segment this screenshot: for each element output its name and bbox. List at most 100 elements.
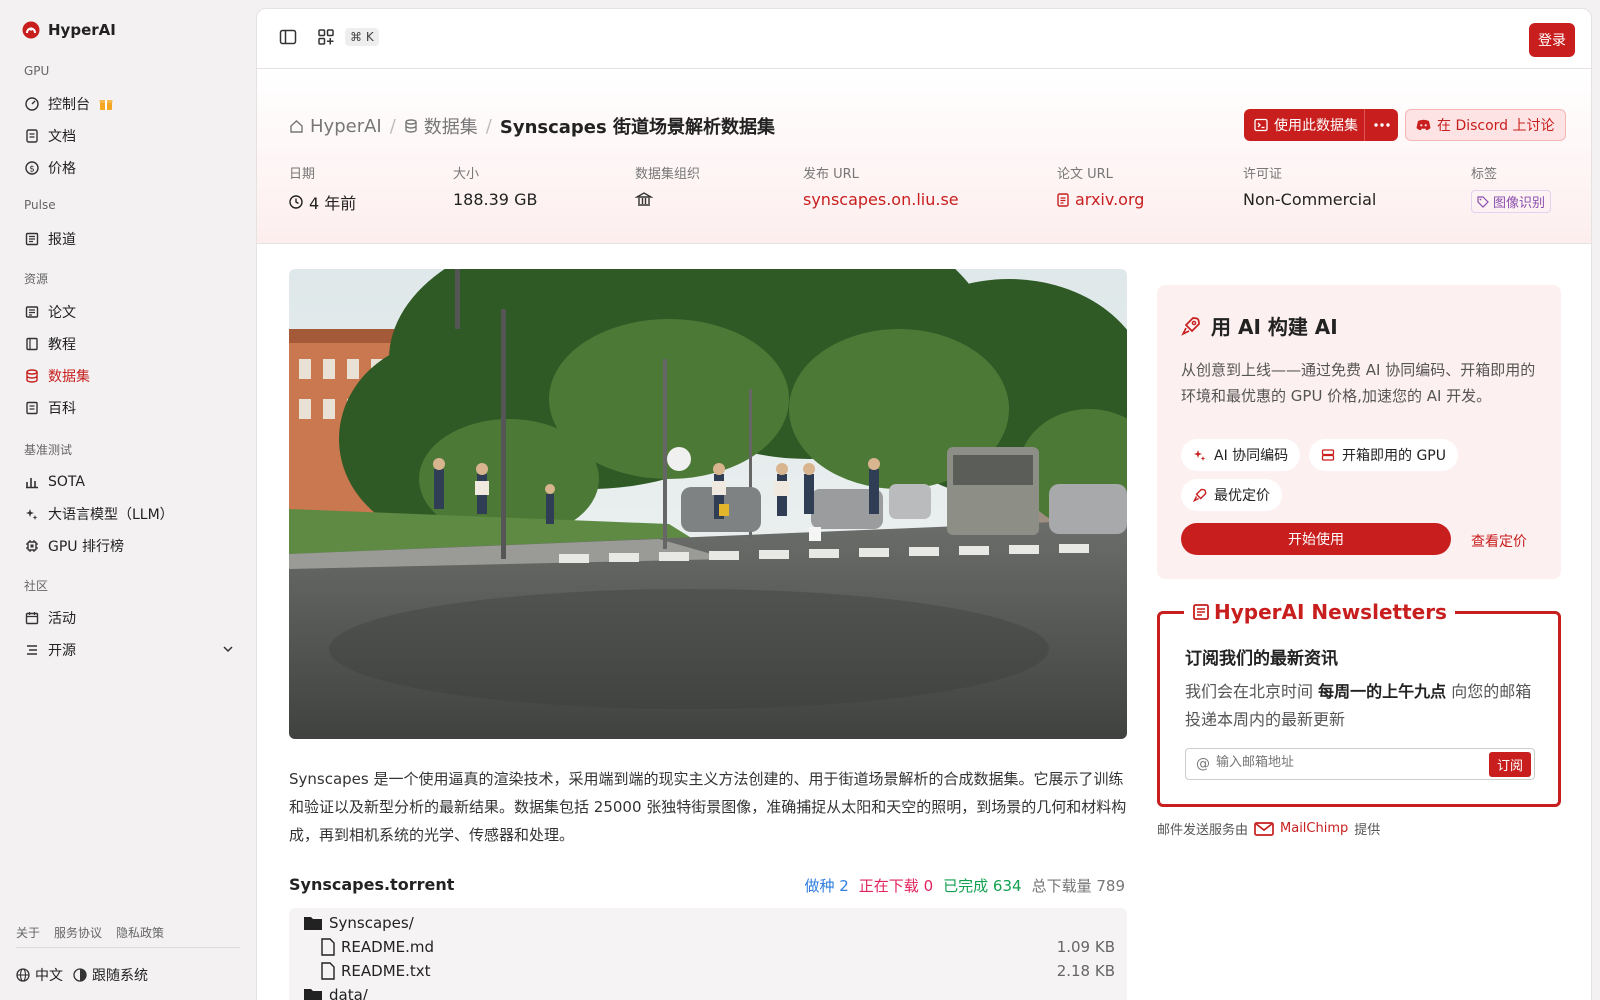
book-icon xyxy=(24,337,39,352)
sidebar-item-label: 大语言模型（LLM） xyxy=(48,507,174,523)
sidebar-item-label: 报道 xyxy=(48,232,76,248)
terms-link[interactable]: 服务协议 xyxy=(54,924,102,941)
nav-group-pulse: Pulse xyxy=(24,198,56,212)
use-dataset-label: 使用此数据集 xyxy=(1274,118,1358,134)
footer-links: 关于 服务协议 隐私政策 xyxy=(16,924,164,941)
newsletter-card: HyperAI Newsletters 订阅我们的最新资讯 我们会在北京时间 每… xyxy=(1157,600,1561,807)
use-dataset-button[interactable]: 使用此数据集 xyxy=(1244,109,1368,141)
file-row-folder[interactable]: data/ xyxy=(303,986,368,1000)
apps-grid-icon[interactable] xyxy=(317,28,337,48)
meta-size-value: 188.39 GB xyxy=(453,190,538,209)
meta-date: 日期 4 年前 xyxy=(289,163,356,214)
torrent-filename[interactable]: Synscapes.torrent xyxy=(289,875,454,894)
newsletter-title: HyperAI Newsletters xyxy=(1184,600,1455,624)
brand[interactable]: HyperAI xyxy=(22,21,116,39)
file-row[interactable]: README.txt xyxy=(321,962,431,980)
nav-group-benchmark: 基准测试 xyxy=(24,443,73,457)
meta-size: 大小 188.39 GB xyxy=(453,163,537,209)
sidebar-item-papers[interactable]: 论文 xyxy=(24,302,234,322)
footer-settings: 中文 跟随系统 xyxy=(16,965,148,985)
sidebar-item-events[interactable]: 活动 xyxy=(24,608,234,628)
institution-icon xyxy=(635,190,653,208)
file-row-folder[interactable]: Synscapes/ xyxy=(303,914,414,932)
feature-chip: 最优定价 xyxy=(1181,479,1282,511)
command-shortcut[interactable]: ⌘ K xyxy=(345,28,379,46)
feature-chip: 开箱即用的 GPU xyxy=(1309,439,1458,471)
file-name: data/ xyxy=(329,986,368,1000)
discord-button[interactable]: 在 Discord 上讨论 xyxy=(1405,109,1566,141)
sidebar: HyperAI GPU 控制台 文档 $ 价格 Pulse 报道 资源 论文 教… xyxy=(0,0,256,1000)
nav-group-gpu: GPU xyxy=(24,64,50,78)
tag-badge[interactable]: 图像识别 xyxy=(1471,190,1552,213)
sidebar-item-datasets[interactable]: 数据集 xyxy=(24,366,234,386)
email-input[interactable] xyxy=(1216,755,1466,770)
sidebar-item-tutorials[interactable]: 教程 xyxy=(24,334,234,354)
sidebar-item-console[interactable]: 控制台 xyxy=(24,94,234,114)
file-row[interactable]: README.md xyxy=(321,938,434,956)
footer-divider xyxy=(16,947,240,948)
mail-icon xyxy=(1254,821,1274,836)
at-icon: @ xyxy=(1196,756,1210,772)
tag-icon xyxy=(1477,195,1489,208)
theme-label: 跟随系统 xyxy=(92,968,148,984)
release-url-link[interactable]: synscapes.on.liu.se xyxy=(803,190,959,209)
meta-date-value: 4 年前 xyxy=(309,194,357,213)
sparkles-icon xyxy=(1193,448,1207,462)
get-started-button[interactable]: 开始使用 xyxy=(1181,523,1451,555)
sidebar-item-sota[interactable]: SOTA xyxy=(24,472,234,492)
sidebar-item-label: 教程 xyxy=(48,337,76,353)
breadcrumb-home[interactable]: HyperAI xyxy=(289,116,382,137)
feature-chip-label: 最优定价 xyxy=(1214,488,1270,504)
file-text-icon xyxy=(1057,192,1069,207)
breadcrumb-section[interactable]: 数据集 xyxy=(404,113,478,139)
sidebar-item-gpu-rank[interactable]: GPU 排行榜 xyxy=(24,536,234,556)
sidebar-item-label: 百科 xyxy=(48,401,76,417)
chevron-down-icon[interactable] xyxy=(222,643,234,655)
file-size: 1.09 KB xyxy=(1056,938,1115,956)
provider-pre: 邮件发送服务由 xyxy=(1157,823,1249,838)
document-icon xyxy=(24,129,39,144)
paper-url-link[interactable]: arxiv.org xyxy=(1075,190,1144,209)
theme-switcher[interactable]: 跟随系统 xyxy=(73,965,148,985)
privacy-link[interactable]: 隐私政策 xyxy=(116,924,164,941)
database-icon xyxy=(404,119,418,133)
main-panel: ⌘ K 登录 HyperAI / 数据集 / Synscapes 街道场景解析数… xyxy=(256,8,1592,1000)
dataset-header: HyperAI / 数据集 / Synscapes 街道场景解析数据集 使用此数… xyxy=(257,69,1591,244)
breadcrumb: HyperAI / 数据集 / Synscapes 街道场景解析数据集 xyxy=(289,113,775,139)
sidebar-item-pricing[interactable]: $ 价格 xyxy=(24,158,234,178)
breadcrumb-separator: / xyxy=(485,115,492,137)
sidebar-item-docs[interactable]: 文档 xyxy=(24,126,234,146)
gauge-icon xyxy=(24,97,39,112)
meta-tags-label: 标签 xyxy=(1471,167,1498,182)
email-field: @ 订阅 xyxy=(1185,748,1535,780)
meta-url: 发布 URL synscapes.on.liu.se xyxy=(803,163,959,209)
feature-chip: AI 协同编码 xyxy=(1181,439,1301,471)
promo-title-row: 用 AI 构建 AI xyxy=(1181,311,1338,340)
language-switcher[interactable]: 中文 xyxy=(16,965,63,985)
completed-stat: 已完成 634 xyxy=(943,877,1022,895)
sidebar-item-opensource[interactable]: 开源 xyxy=(24,640,234,660)
downloading-stat: 正在下载 0 xyxy=(858,877,934,895)
meta-org-label: 数据集组织 xyxy=(635,167,701,182)
view-pricing-link[interactable]: 查看定价 xyxy=(1471,531,1527,551)
sidebar-item-wiki[interactable]: 百科 xyxy=(24,398,234,418)
feature-chip-label: 开箱即用的 GPU xyxy=(1342,448,1446,464)
subscribe-button[interactable]: 订阅 xyxy=(1488,752,1531,777)
rocket-icon xyxy=(1193,488,1207,502)
sidebar-item-label: SOTA xyxy=(48,474,85,490)
login-button[interactable]: 登录 xyxy=(1529,23,1575,57)
sidebar-toggle-icon[interactable] xyxy=(279,28,299,48)
dataset-description: Synscapes 是一个使用逼真的渲染技术，采用端到端的现实主义方法创建的、用… xyxy=(289,770,1127,844)
sidebar-item-llm[interactable]: 大语言模型（LLM） xyxy=(24,504,234,524)
file-name: README.txt xyxy=(341,962,431,980)
sidebar-item-reports[interactable]: 报道 xyxy=(24,229,234,249)
mail-provider-note: 邮件发送服务由 MailChimp 提供 xyxy=(1157,819,1380,838)
more-actions-button[interactable] xyxy=(1364,109,1398,141)
gift-icon xyxy=(99,97,113,111)
chip-icon xyxy=(24,539,39,554)
globe-icon xyxy=(16,968,30,982)
about-link[interactable]: 关于 xyxy=(16,924,40,941)
mailchimp-link[interactable]: MailChimp xyxy=(1280,821,1348,836)
sidebar-item-label: 论文 xyxy=(48,305,76,321)
meta-license-value: Non-Commercial xyxy=(1243,190,1377,209)
